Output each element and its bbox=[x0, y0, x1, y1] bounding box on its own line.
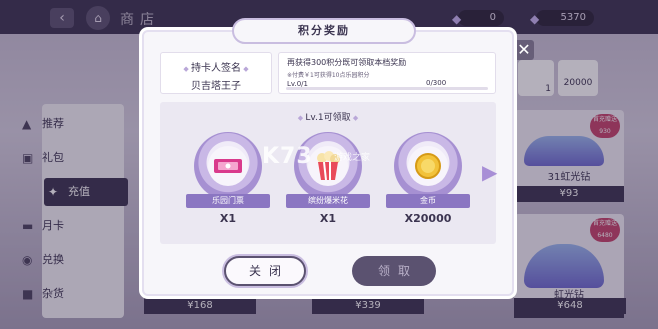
reward-name: 缤纷爆米花 bbox=[286, 194, 370, 208]
medal-inner bbox=[408, 146, 448, 186]
claim-button[interactable]: 领取 bbox=[352, 256, 436, 286]
cardholder-label: 持卡人签名 bbox=[191, 63, 241, 74]
reward-header: Lv.1可领取 bbox=[305, 113, 351, 123]
progress-bar bbox=[286, 87, 488, 90]
reward-count: X1 bbox=[319, 212, 337, 225]
cardholder-box: ◆ 持卡人签名 ◆ 贝吉塔王子 bbox=[160, 52, 272, 94]
medal-badge bbox=[394, 132, 462, 200]
diamond-icon: ◆ bbox=[350, 114, 359, 122]
ticket-icon bbox=[208, 146, 248, 186]
reward-item[interactable]: 乐园门票 X1 bbox=[186, 132, 270, 232]
watermark-sub: 游戏之家 bbox=[334, 153, 371, 163]
chevron-right-icon[interactable]: ▶ bbox=[482, 160, 497, 184]
cardholder-name: 贝吉塔王子 bbox=[191, 81, 241, 92]
gold-coin-icon bbox=[408, 146, 448, 186]
info-main-text: 再获得300积分既可领取本档奖励 bbox=[287, 58, 407, 67]
medal-inner bbox=[208, 146, 248, 186]
info-sub-text: ※付费￥1可获得10点乐园积分 bbox=[287, 72, 370, 79]
progress-text: 0/300 bbox=[426, 79, 447, 87]
dialog-title: 积分奖励 bbox=[232, 18, 416, 44]
reward-count: X20000 bbox=[404, 212, 452, 225]
watermark-logo: K73 bbox=[262, 144, 313, 169]
cardholder-label-row: ◆ 持卡人签名 ◆ bbox=[161, 59, 271, 74]
close-button[interactable]: 关闭 bbox=[224, 256, 306, 286]
reward-item[interactable]: 金币 X20000 bbox=[386, 132, 470, 232]
reward-count: X1 bbox=[219, 212, 237, 225]
diamond-icon: ◆ bbox=[183, 65, 191, 73]
reward-header-row: ◆ Lv.1可领取 ◆ bbox=[160, 110, 496, 123]
close-icon[interactable]: ✕ bbox=[514, 40, 534, 60]
medal-badge bbox=[194, 132, 262, 200]
reward-name: 金币 bbox=[386, 194, 470, 208]
diamond-icon: ◆ bbox=[241, 65, 249, 73]
reward-name: 乐园门票 bbox=[186, 194, 270, 208]
